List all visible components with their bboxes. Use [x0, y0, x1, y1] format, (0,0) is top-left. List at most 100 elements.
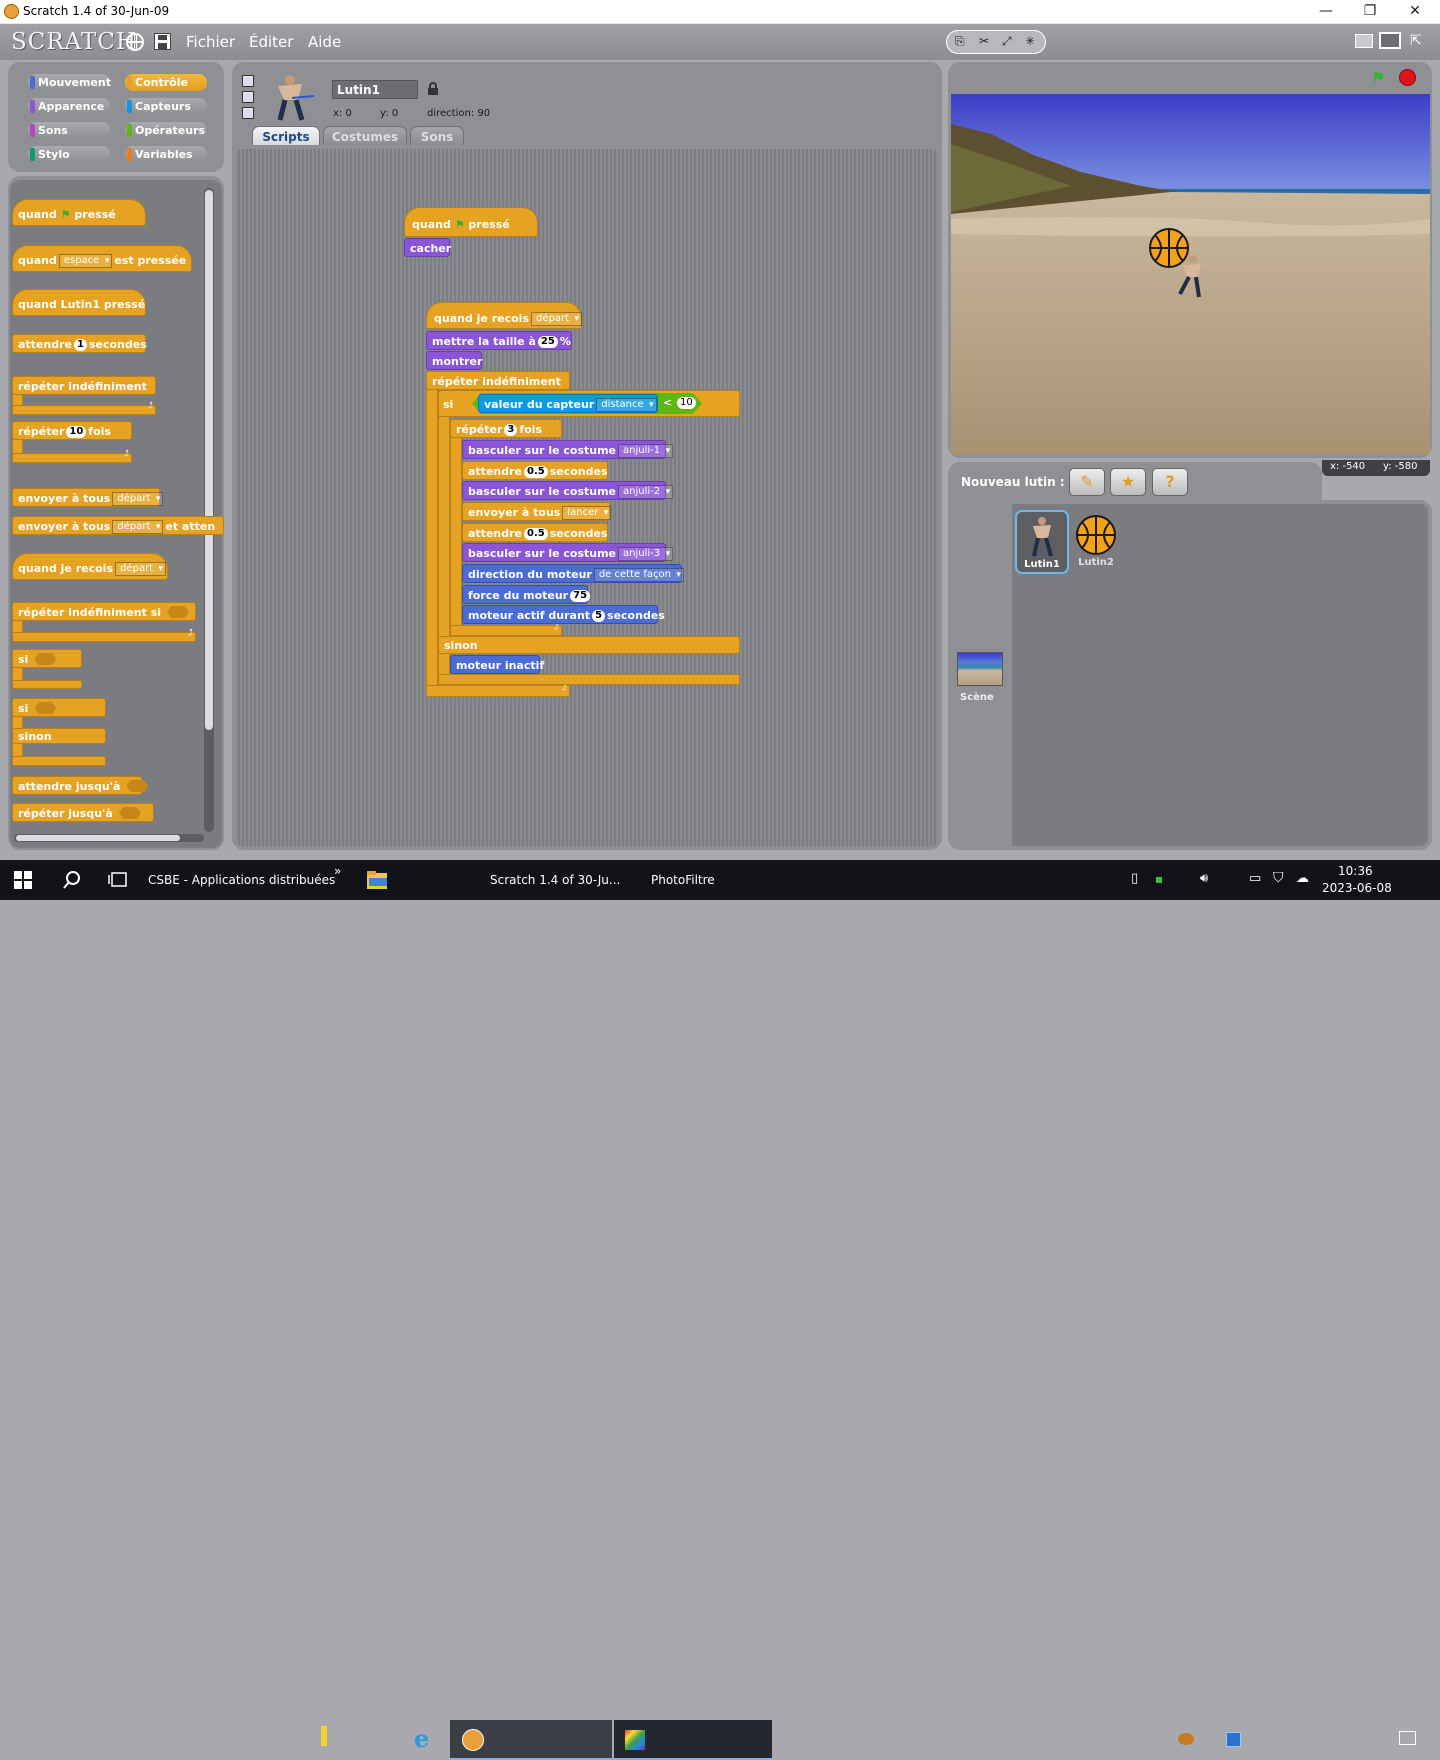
script-motor-direction-block[interactable]: direction du moteur de cette façon [462, 564, 684, 583]
category-capteurs[interactable]: Capteurs [125, 98, 207, 115]
scratch-cat-icon [4, 4, 19, 19]
tray-blue-icon[interactable] [1226, 1732, 1241, 1747]
taskbar-item-scratch[interactable]: Scratch 1.4 of 30-Ju... [490, 873, 620, 887]
presentation-mode-icon[interactable]: ⇱ [1410, 33, 1422, 49]
taskbar-item-csbe[interactable]: CSBE - Applications distribuées [148, 873, 335, 887]
script-show-block[interactable]: montrer [426, 351, 482, 370]
paint-sprite-icon[interactable]: ✎ [1069, 468, 1105, 496]
tray-green-icon[interactable]: ▪ [1155, 872, 1163, 886]
delete-icon[interactable]: ✂ [979, 34, 989, 48]
green-flag-button[interactable]: ⚑ [1371, 68, 1385, 87]
menu-editer[interactable]: Éditer [249, 33, 293, 51]
grow-icon[interactable]: ⤢ [1002, 34, 1012, 49]
palette-when-key-block[interactable]: quandespaceest pressée [12, 245, 192, 272]
script-hide-block[interactable]: cacher [404, 238, 451, 257]
battery-icon[interactable]: ▯ [1131, 871, 1138, 886]
palette-hscroll-thumb[interactable] [16, 835, 180, 841]
clock-date[interactable]: 2023-06-08 [1322, 881, 1392, 895]
normal-stage-icon[interactable] [1379, 32, 1401, 49]
category-operateurs[interactable]: Opérateurs [125, 122, 207, 139]
script-broadcast-block[interactable]: envoyer à tous lancer [462, 502, 612, 521]
random-sprite-icon[interactable]: ? [1152, 468, 1188, 496]
menu-aide[interactable]: Aide [308, 33, 341, 51]
script-motor-off-block[interactable]: moteur inactif [450, 655, 544, 674]
internet-explorer-icon[interactable]: e [414, 1726, 429, 1752]
rotate-style-icon[interactable] [242, 75, 254, 87]
stage-thumbnail[interactable] [957, 652, 1003, 686]
close-button[interactable]: ✕ [1392, 0, 1438, 24]
palette-forever-if-block[interactable]: répéter indéfiniment si [12, 602, 196, 621]
sprite-tools-group: ⎘ ✂ ⤢ ✳ [946, 30, 1046, 54]
basketball-sprite[interactable] [1149, 228, 1189, 268]
tab-costumes[interactable]: Costumes [323, 126, 407, 146]
windows-start-icon[interactable] [14, 871, 34, 891]
category-controle[interactable]: Contrôle [125, 74, 207, 91]
script-wait2-block[interactable]: attendre 0.5 secondes [462, 523, 608, 542]
script-repeat-block[interactable]: répéter 3 fois [450, 419, 562, 438]
palette-when-sprite-clicked-block[interactable]: quand Lutin1 pressé [12, 289, 146, 316]
category-variables[interactable]: Variables [125, 146, 207, 163]
shield-icon[interactable]: ⛉ [1273, 870, 1284, 886]
network-icon[interactable]: ▭ [1249, 871, 1261, 886]
small-stage-icon[interactable] [1355, 34, 1373, 48]
script-motor-power-block[interactable]: force du moteur 75 [462, 585, 591, 604]
palette-repeat-block[interactable]: répéter 10 fois [12, 421, 132, 440]
palette-if-else-block[interactable]: si [12, 698, 106, 717]
palette-when-flag-block[interactable]: quand ⚑ pressé [12, 199, 146, 226]
palette-when-receive-block[interactable]: quand je recois départ [12, 553, 168, 580]
tab-scripts[interactable]: Scripts [252, 126, 320, 146]
category-apparence[interactable]: Apparence [28, 98, 110, 115]
lock-icon[interactable] [428, 82, 438, 95]
script-forever-block[interactable]: répéter indéfiniment [426, 371, 570, 390]
menu-fichier[interactable]: Fichier [186, 33, 235, 51]
window-title-bar: Scratch 1.4 of 30-Jun-09 — ❐ ✕ [0, 0, 1440, 24]
script-when-flag-block[interactable]: quand ⚑ pressé [404, 207, 538, 237]
sprite-tile-lutin1[interactable]: Lutin1 [1015, 510, 1069, 574]
sensor-value-block[interactable]: valeur du capteur distance [478, 394, 658, 413]
script-wait1-block[interactable]: attendre 0.5 secondes [462, 461, 608, 480]
flip-style-icon[interactable] [242, 91, 254, 103]
clock-time[interactable]: 10:36 [1338, 864, 1373, 878]
palette-if-block[interactable]: si [12, 649, 82, 668]
restore-button[interactable]: ❐ [1347, 0, 1393, 24]
script-motor-on-block[interactable]: moteur actif durant 5 secondes [462, 605, 665, 624]
palette-forever-block[interactable]: répéter indéfiniment [12, 376, 156, 395]
notification-icon[interactable] [1399, 1731, 1416, 1745]
stop-button[interactable] [1399, 69, 1416, 86]
file-explorer-icon[interactable] [367, 869, 387, 889]
category-sons[interactable]: Sons [28, 122, 110, 139]
palette-wait-until-block[interactable]: attendre jusqu'à [12, 776, 149, 795]
threshold-slot[interactable]: 10 [677, 397, 696, 409]
duplicate-icon[interactable]: ⎘ [955, 34, 965, 49]
no-rotate-style-icon[interactable] [242, 107, 254, 119]
task-view-icon[interactable] [108, 871, 128, 891]
minimize-button[interactable]: — [1303, 0, 1349, 24]
shrink-icon[interactable]: ✳ [1025, 34, 1035, 48]
palette-scrollbar-thumb[interactable] [205, 190, 213, 730]
category-mouvement[interactable]: Mouvement [28, 74, 111, 91]
category-stylo[interactable]: Stylo [28, 146, 110, 163]
taskbar-item-photofiltre[interactable]: PhotoFiltre [651, 873, 715, 887]
taskbar-chevron[interactable]: » [334, 864, 341, 878]
sprite-tile-lutin2[interactable]: Lutin2 [1073, 510, 1119, 574]
lutin1-thumbnail-icon [1032, 517, 1053, 557]
tray-app-icon[interactable] [1178, 1733, 1194, 1745]
search-icon[interactable] [62, 870, 82, 890]
palette-broadcast-block[interactable]: envoyer à tous départ [12, 488, 164, 507]
save-icon[interactable] [154, 33, 171, 50]
globe-icon[interactable] [126, 33, 144, 51]
tab-sons[interactable]: Sons [410, 126, 464, 146]
tray-cloud-icon[interactable]: ☁ [1296, 871, 1309, 886]
script-costume3-block[interactable]: basculer sur le costume anjuli-3 [462, 543, 674, 562]
palette-wait-block[interactable]: attendre 1 secondes [12, 334, 147, 353]
script-costume2-block[interactable]: basculer sur le costume anjuli-2 [462, 481, 674, 500]
script-costume1-block[interactable]: basculer sur le costume anjuli-1 [462, 440, 674, 459]
palette-repeat-until-block[interactable]: répéter jusqu'à [12, 803, 154, 822]
volume-icon[interactable]: 🔊︎ [1200, 871, 1208, 886]
stage-canvas[interactable] [951, 94, 1430, 454]
sprite-name-field[interactable]: Lutin1 [332, 80, 418, 99]
script-when-receive-block[interactable]: quand je recois départ [426, 302, 583, 329]
import-sprite-icon[interactable]: ★ [1110, 468, 1146, 496]
palette-broadcast-wait-block[interactable]: envoyer à tousdépartet atten [12, 516, 224, 535]
script-set-size-block[interactable]: mettre la taille à 25% [426, 331, 572, 350]
